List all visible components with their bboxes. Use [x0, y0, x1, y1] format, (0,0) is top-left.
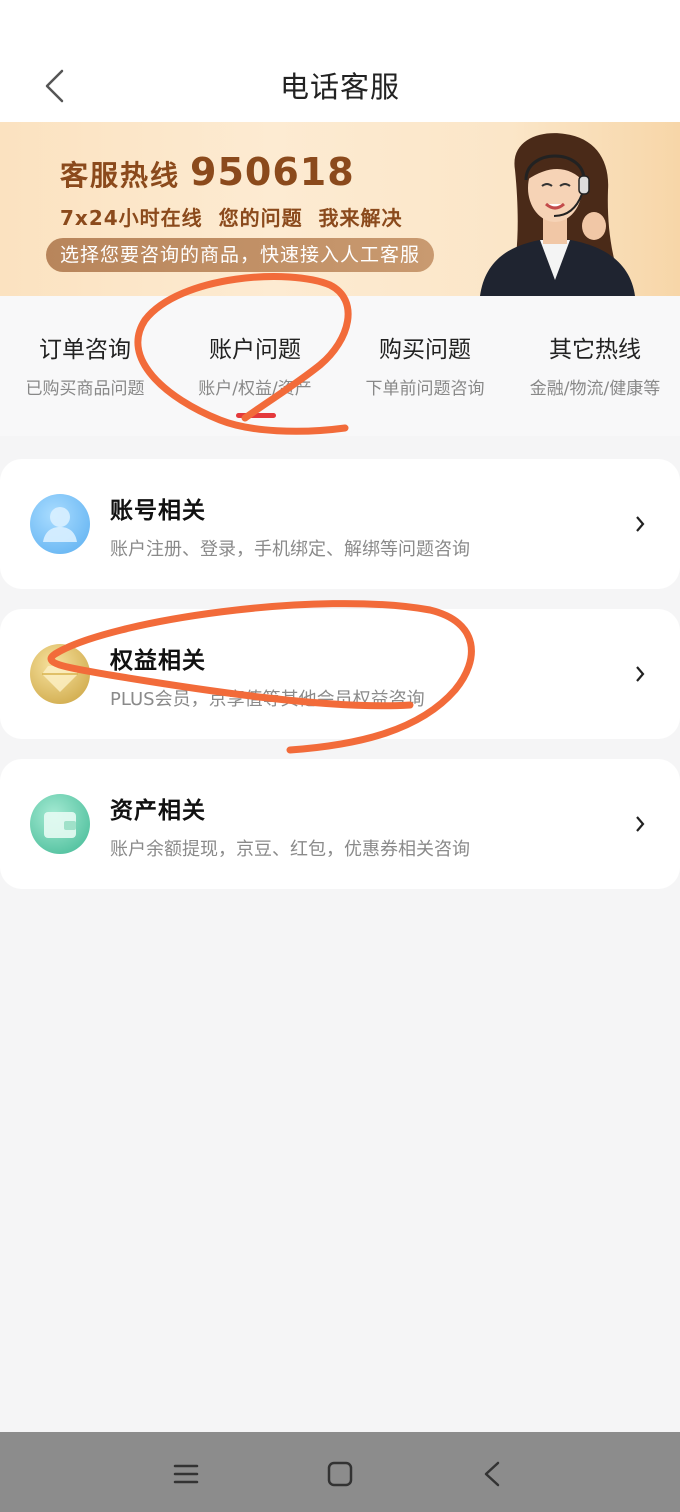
page-title: 电话客服 — [279, 70, 400, 104]
card-title: 账号相关 — [110, 498, 206, 524]
home-square-icon[interactable] — [320, 1454, 360, 1494]
card-account[interactable]: 账号相关 账户注册、登录，手机绑定、解绑等问题咨询 — [0, 459, 680, 589]
card-benefits[interactable]: 权益相关 PLUS会员，京享值等其他会员权益咨询 — [0, 609, 680, 739]
tab-account-issues[interactable]: 账户问题 账户/权益/资产 — [170, 296, 340, 436]
card-description: 账户余额提现，京豆、红包，优惠券相关咨询 — [110, 839, 470, 860]
header-bar: 电话客服 — [0, 0, 680, 122]
tab-title: 购买问题 — [379, 337, 471, 363]
hotline-banner: 客服热线 950618 7x24小时在线 您的问题 我来解决 选择您要咨询的商品，… — [0, 122, 680, 296]
tab-order-inquiry[interactable]: 订单咨询 已购买商品问题 — [0, 296, 170, 436]
tab-subtitle: 账户/权益/资产 — [198, 379, 312, 399]
tab-subtitle: 下单前问题咨询 — [365, 379, 485, 399]
hotline: 客服热线 950618 — [60, 150, 355, 194]
tab-title: 其它热线 — [549, 337, 641, 363]
hotline-number: 950618 — [190, 150, 355, 194]
tab-active-indicator — [236, 413, 276, 418]
customer-service-agent-image — [480, 133, 635, 296]
card-description: 账户注册、登录，手机绑定、解绑等问题咨询 — [110, 539, 470, 560]
category-tabs: 订单咨询 已购买商品问题 账户问题 账户/权益/资产 购买问题 下单前问题咨询 … — [0, 296, 680, 436]
tab-purchase-issues[interactable]: 购买问题 下单前问题咨询 — [340, 296, 510, 436]
user-icon — [30, 494, 90, 554]
tab-subtitle: 金融/物流/健康等 — [529, 379, 661, 399]
chevron-right-icon — [630, 809, 650, 839]
wallet-icon — [30, 794, 90, 854]
chevron-right-icon — [630, 659, 650, 689]
tab-title: 账户问题 — [209, 337, 301, 363]
menu-icon[interactable] — [166, 1454, 206, 1494]
chevron-right-icon — [630, 509, 650, 539]
card-title: 权益相关 — [110, 648, 206, 674]
tab-other-hotlines[interactable]: 其它热线 金融/物流/健康等 — [510, 296, 680, 436]
hotline-label: 客服热线 — [60, 159, 181, 192]
tab-subtitle: 已购买商品问题 — [25, 379, 145, 399]
back-triangle-icon[interactable] — [472, 1454, 512, 1494]
banner-pill: 选择您要咨询的商品，快速接入人工客服 — [46, 238, 435, 272]
card-assets[interactable]: 资产相关 账户余额提现，京豆、红包，优惠券相关咨询 — [0, 759, 680, 889]
system-navigation-bar — [0, 1432, 680, 1512]
tab-title: 订单咨询 — [39, 337, 131, 363]
banner-tagline: 7x24小时在线 您的问题 我来解决 — [60, 206, 403, 230]
card-description: PLUS会员，京享值等其他会员权益咨询 — [110, 689, 425, 710]
diamond-icon — [30, 644, 90, 704]
card-title: 资产相关 — [110, 798, 206, 824]
